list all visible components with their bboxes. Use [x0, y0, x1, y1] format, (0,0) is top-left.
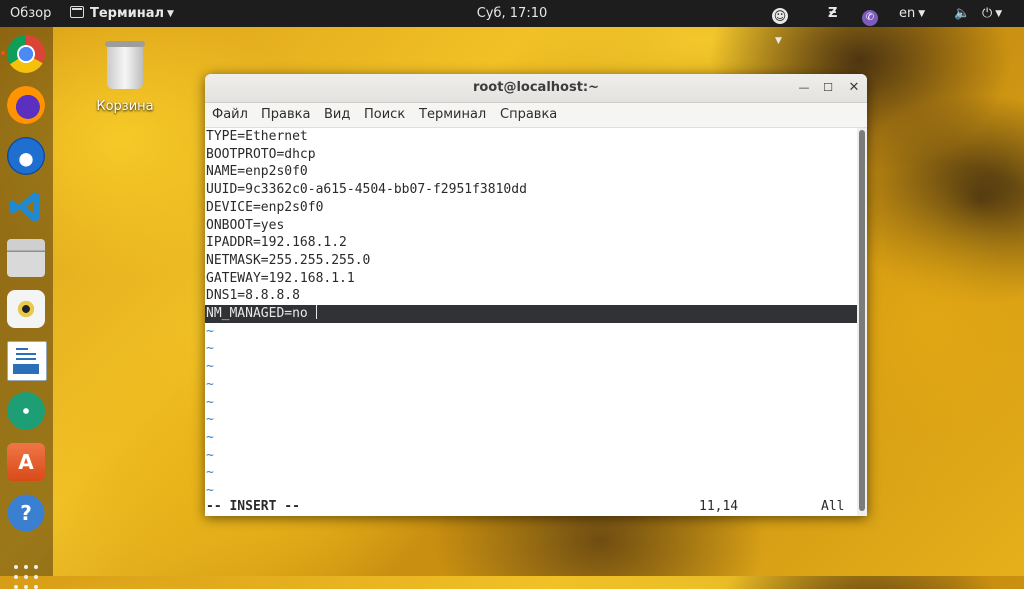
files-icon[interactable] — [7, 239, 45, 277]
rhythmbox-icon[interactable] — [7, 290, 45, 328]
terminal-content[interactable]: TYPE=Ethernet BOOTPROTO=dhcp NAME=enp2s0… — [205, 128, 857, 516]
writer-icon[interactable] — [7, 341, 47, 381]
chevron-down-icon: ▼ — [995, 9, 1003, 19]
terminal-line: BOOTPROTO=dhcp — [206, 146, 316, 162]
dock: A ? — [0, 27, 53, 589]
software-center-icon[interactable]: A — [7, 443, 45, 481]
apps-grid-icon[interactable] — [14, 565, 38, 589]
chevron-down-icon: ▼ — [167, 9, 174, 19]
terminal-line: IPADDR=192.168.1.2 — [206, 235, 347, 251]
empty-line-marker: ~ — [206, 359, 214, 375]
app-menu-label: Терминал — [90, 6, 165, 21]
window-titlebar[interactable]: root@localhost:~ — ☐ ✕ — [205, 74, 867, 103]
firefox-icon[interactable] — [7, 86, 45, 124]
atom-icon[interactable] — [7, 392, 45, 430]
trash-icon — [105, 41, 145, 89]
empty-line-marker: ~ — [206, 465, 214, 481]
terminal-line: ONBOOT=yes — [206, 217, 285, 233]
empty-line-marker: ~ — [206, 394, 214, 410]
cursor-position: 11,14 — [699, 499, 739, 514]
empty-line-marker: ~ — [206, 412, 214, 428]
terminal-line: DEVICE=enp2s0f0 — [206, 199, 324, 215]
app-menu[interactable]: Терминал ▼ — [70, 0, 174, 27]
scrollbar-thumb[interactable] — [859, 130, 865, 511]
power-icon: ⏻ — [982, 6, 993, 21]
menu-bar: Файл Правка Вид Поиск Терминал Справка — [205, 103, 867, 128]
power-menu[interactable]: ⏻ ▼ — [982, 0, 1002, 27]
maximize-button[interactable]: ☐ — [820, 80, 836, 96]
help-icon[interactable]: ? — [7, 494, 45, 532]
running-indicator — [1, 51, 5, 55]
current-line-text: NM_MANAGED=no — [206, 306, 308, 321]
close-button[interactable]: ✕ — [846, 80, 862, 96]
menu-view[interactable]: Вид — [324, 103, 350, 127]
vscode-icon[interactable] — [7, 188, 45, 226]
thunderbird-icon[interactable] — [7, 137, 45, 175]
trash-desktop-icon[interactable]: Корзина — [92, 41, 158, 114]
chevron-down-icon: ▼ — [775, 36, 782, 46]
viber-tray-icon[interactable]: ✆ — [862, 0, 878, 27]
keyboard-layout-menu[interactable]: en ▼ — [899, 0, 925, 27]
terminal-line: GATEWAY=192.168.1.1 — [206, 270, 355, 286]
input-language: en — [899, 6, 916, 21]
text-cursor — [315, 305, 317, 319]
vim-mode-indicator: -- INSERT -- — [206, 499, 300, 514]
window-title: root@localhost:~ — [472, 80, 600, 95]
clock[interactable]: Суб, 17:10 — [477, 6, 548, 21]
scroll-position: All — [821, 499, 845, 514]
empty-line-marker: ~ — [206, 429, 214, 445]
top-bar: Обзор Терминал ▼ Суб, 17:10 ☺▼ Ƶ ✆ en ▼ 🔈 … — [0, 0, 1024, 46]
menu-help[interactable]: Справка — [500, 103, 557, 127]
activities-button[interactable]: Обзор — [10, 0, 51, 27]
tray-z-icon[interactable]: Ƶ — [828, 0, 837, 27]
chrome-icon[interactable] — [7, 35, 45, 73]
terminal-app-icon — [70, 6, 84, 18]
terminal-current-line: NM_MANAGED=no — [205, 305, 857, 323]
menu-file[interactable]: Файл — [212, 103, 248, 127]
menu-edit[interactable]: Правка — [261, 103, 310, 127]
terminal-line: UUID=9c3362c0-a615-4504-bb07-f2951f3810d… — [206, 182, 527, 198]
empty-line-marker: ~ — [206, 323, 214, 339]
menu-search[interactable]: Поиск — [364, 103, 405, 127]
empty-line-marker: ~ — [206, 447, 214, 463]
scrollbar[interactable] — [857, 128, 867, 516]
volume-icon[interactable]: 🔈 — [954, 0, 970, 27]
terminal-line: NETMASK=255.255.255.0 — [206, 252, 371, 268]
accessibility-icon: ☺ — [772, 8, 788, 24]
terminal-line: DNS1=8.8.8.8 — [206, 288, 300, 304]
empty-line-marker: ~ — [206, 341, 214, 357]
empty-line-marker: ~ — [206, 376, 214, 392]
trash-label: Корзина — [96, 99, 154, 114]
menu-terminal[interactable]: Терминал — [419, 103, 486, 127]
terminal-line: NAME=enp2s0f0 — [206, 164, 308, 180]
terminal-window: root@localhost:~ — ☐ ✕ Файл Правка Вид П… — [205, 74, 867, 516]
minimize-button[interactable]: — — [796, 80, 812, 96]
terminal-line: TYPE=Ethernet — [206, 129, 308, 144]
chevron-down-icon: ▼ — [918, 9, 926, 19]
accessibility-menu[interactable]: ☺▼ — [772, 0, 790, 46]
